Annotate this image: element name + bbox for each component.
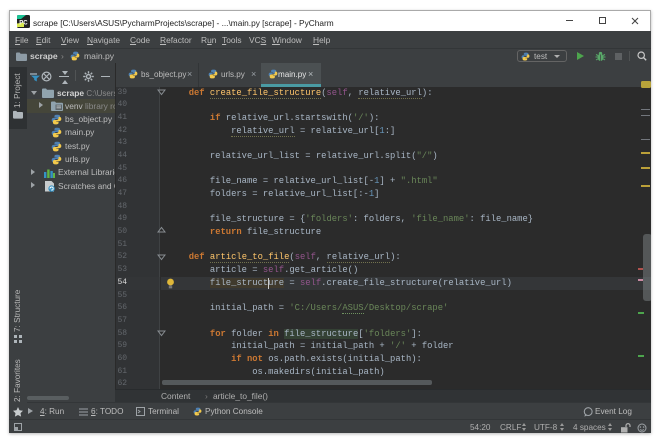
- svg-text:PC: PC: [19, 21, 28, 27]
